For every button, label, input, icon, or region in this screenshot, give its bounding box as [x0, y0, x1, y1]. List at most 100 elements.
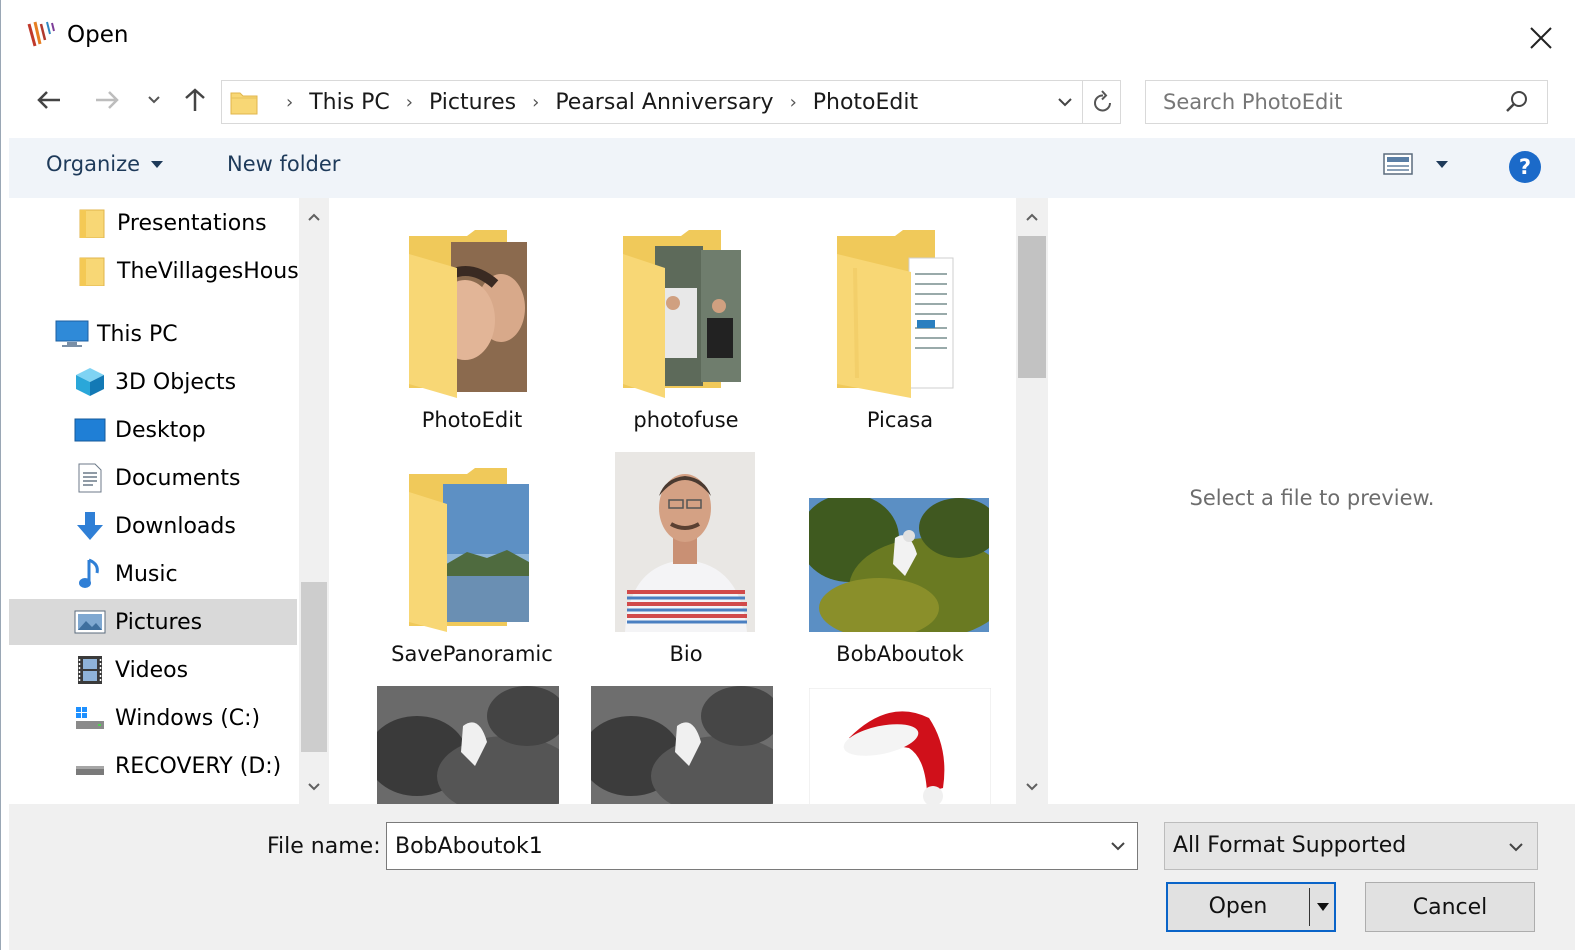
refresh-button[interactable] [1082, 81, 1122, 123]
help-button[interactable]: ? [1509, 151, 1541, 183]
folder-icon [75, 254, 109, 288]
breadcrumb: › This PC › Pictures › Pearsal Anniversa… [270, 81, 918, 123]
breadcrumb-photoedit[interactable]: PhotoEdit [813, 90, 918, 115]
search-input[interactable] [1146, 81, 1496, 123]
navigation-bar: › This PC › Pictures › Pearsal Anniversa… [1, 76, 1575, 130]
folder-thumbnail [407, 228, 537, 402]
scroll-up-icon[interactable] [1016, 202, 1048, 232]
file-name-combobox[interactable] [386, 822, 1138, 870]
nav-item-videos[interactable]: Videos [73, 647, 188, 693]
open-options-dropdown-button[interactable] [1312, 892, 1334, 922]
navigation-pane: Presentations TheVillagesHouse This PC 3… [9, 198, 329, 804]
split-divider [1309, 888, 1310, 926]
nav-item-downloads[interactable]: Downloads [73, 503, 236, 549]
forward-arrow-icon [96, 91, 119, 109]
nav-item-windows-c[interactable]: Windows (C:) [73, 695, 260, 741]
back-arrow-icon [37, 91, 60, 109]
open-button[interactable]: Open [1166, 882, 1336, 932]
change-view-button[interactable] [1383, 152, 1449, 176]
folder-icon [230, 89, 258, 119]
nav-item-label: Desktop [115, 417, 206, 443]
nav-item-label: Downloads [115, 513, 236, 539]
organize-button[interactable]: Organize [46, 152, 164, 176]
nav-item-label: Windows (C:) [115, 705, 261, 731]
file-name-input[interactable] [387, 823, 1087, 869]
chevron-down-icon [148, 96, 160, 104]
nav-item-recovery-d[interactable]: RECOVERY (D:) [73, 743, 281, 789]
chevron-down-icon [1058, 98, 1072, 107]
up-arrow-icon [185, 88, 205, 111]
refresh-icon [1093, 90, 1111, 112]
preview-message: Select a file to preview. [1189, 486, 1435, 510]
back-button[interactable] [31, 80, 67, 120]
file-item-photofuse[interactable]: photofuse [581, 228, 791, 438]
file-item-photoedit[interactable]: PhotoEdit [367, 228, 577, 438]
nav-item-this-pc[interactable]: This PC [55, 311, 178, 357]
windows-drive-icon [73, 701, 107, 735]
nav-item-thevillageshouse[interactable]: TheVillagesHouse [75, 248, 312, 294]
breadcrumb-this-pc[interactable]: This PC [309, 90, 390, 115]
music-note-icon [73, 557, 107, 591]
open-file-dialog: Open › This PC › Pictures › Pearsal Anni… [0, 0, 1575, 950]
scroll-down-icon[interactable] [299, 772, 329, 802]
breadcrumb-pearsal-anniversary[interactable]: Pearsal Anniversary [555, 90, 773, 115]
nav-item-label: Presentations [117, 210, 267, 236]
file-name-dropdown-button[interactable] [1101, 829, 1135, 863]
nav-item-label: Documents [115, 465, 241, 491]
file-name-label: File name: [267, 834, 381, 859]
file-item-picasa[interactable]: Picasa [795, 228, 1005, 438]
address-bar[interactable]: › This PC › Pictures › Pearsal Anniversa… [221, 80, 1121, 124]
file-item-bio[interactable]: Bio [581, 452, 791, 666]
file-item-label: Picasa [866, 408, 934, 432]
close-button[interactable] [1521, 18, 1561, 58]
nav-item-presentations[interactable]: Presentations [75, 200, 267, 246]
file-item-label: BobAboutok [836, 642, 964, 666]
scroll-down-icon[interactable] [1016, 772, 1048, 802]
search-box[interactable] [1145, 80, 1548, 124]
file-item-savepanoramic[interactable]: SavePanoramic [367, 466, 577, 666]
breadcrumb-separator-icon[interactable]: › [790, 92, 797, 113]
breadcrumb-pictures[interactable]: Pictures [429, 90, 516, 115]
cube-icon [73, 365, 107, 399]
new-folder-button[interactable]: New folder [227, 152, 340, 176]
image-thumbnail [799, 494, 1009, 638]
film-icon [73, 653, 107, 687]
chevron-down-icon [1111, 842, 1125, 851]
image-thumbnail [367, 686, 577, 804]
application-logo-icon [25, 20, 59, 50]
address-history-button[interactable] [1048, 85, 1082, 119]
file-list-scrollbar[interactable] [1016, 198, 1048, 804]
up-button[interactable] [177, 80, 213, 120]
nav-item-documents[interactable]: Documents [73, 455, 240, 501]
nav-item-label: Music [115, 561, 178, 587]
computer-icon [55, 317, 89, 351]
title-bar: Open [1, 0, 1575, 72]
scrollbar-thumb[interactable] [1018, 236, 1046, 378]
cancel-button[interactable]: Cancel [1365, 882, 1535, 932]
file-type-filter-select[interactable]: All Format Supported [1164, 822, 1538, 870]
folder-thumbnail [621, 228, 751, 402]
nav-item-label: Videos [115, 657, 189, 683]
documents-icon [73, 461, 107, 495]
file-item-label: SavePanoramic [391, 642, 553, 666]
scrollbar-thumb[interactable] [301, 582, 327, 752]
nav-item-music[interactable]: Music [73, 551, 178, 597]
recent-locations-button[interactable] [141, 80, 167, 120]
file-item-bobaboutok[interactable]: BobAboutok [795, 494, 1009, 666]
file-item-grayscale-image[interactable] [367, 686, 577, 804]
navigation-pane-scrollbar[interactable] [299, 198, 329, 804]
forward-button[interactable] [89, 80, 125, 120]
folder-icon [75, 206, 109, 240]
nav-item-3d-objects[interactable]: 3D Objects [73, 359, 236, 405]
nav-item-label: TheVillagesHouse [117, 258, 313, 284]
file-item-grayscale-image[interactable] [581, 686, 791, 804]
nav-item-desktop[interactable]: Desktop [73, 407, 206, 453]
scroll-up-icon[interactable] [299, 202, 329, 232]
breadcrumb-separator-icon[interactable]: › [406, 92, 413, 113]
breadcrumb-separator-icon[interactable]: › [532, 92, 539, 113]
folder-thumbnail [835, 228, 965, 402]
nav-item-pictures[interactable]: Pictures [9, 599, 297, 645]
folder-thumbnail [407, 466, 537, 640]
organize-label: Organize [46, 152, 141, 176]
file-item-santa-hat-image[interactable] [795, 687, 1005, 804]
